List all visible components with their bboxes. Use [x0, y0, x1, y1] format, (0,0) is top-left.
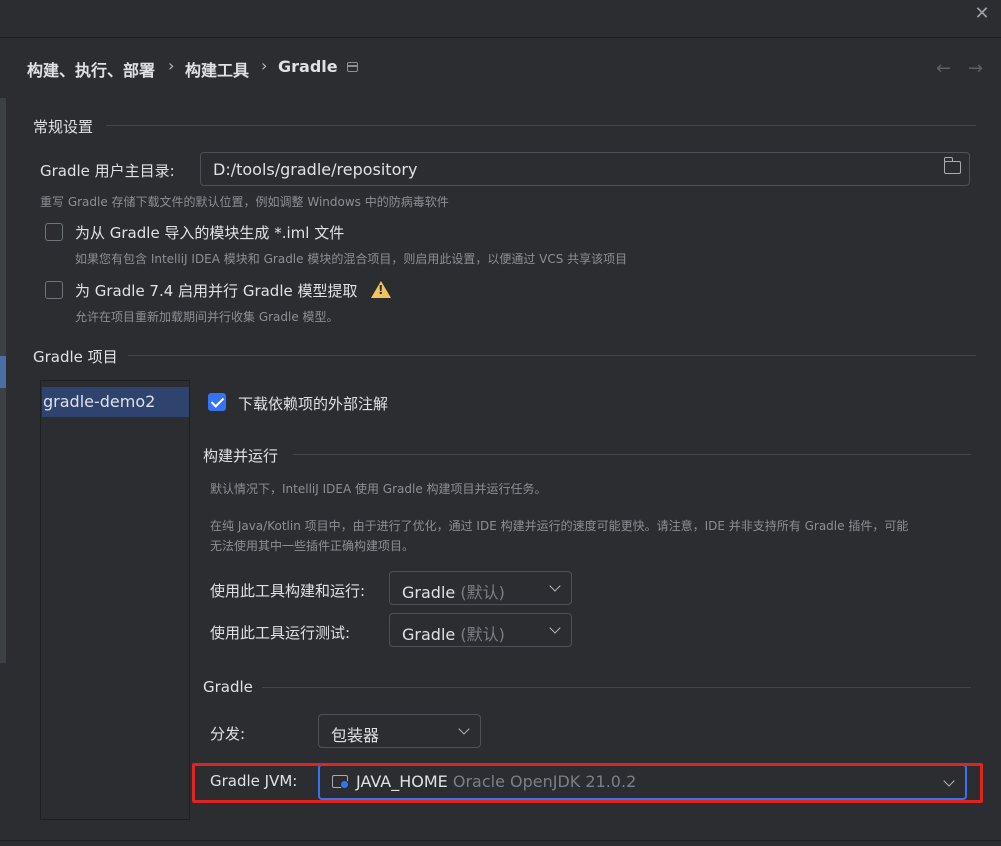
section-divider	[106, 125, 976, 126]
folder-icon[interactable]	[943, 157, 961, 174]
build-run-note-line1: 在纯 Java/Kotlin 项目中，由于进行了优化，通过 IDE 构建并运行的…	[210, 519, 909, 533]
breadcrumb-separator: ›	[168, 56, 175, 75]
build-with-value: Gradle	[402, 583, 456, 602]
user-home-label: Gradle 用户主目录:	[40, 162, 175, 180]
section-title-gradle: Gradle	[203, 678, 253, 696]
build-with-default-tag: (默认)	[460, 583, 505, 602]
chevron-down-icon[interactable]	[458, 723, 470, 735]
user-home-value[interactable]: D:/tools/gradle/repository	[213, 160, 417, 179]
build-run-note-line2: 无法使用其中一些插件正确构建项目。	[210, 539, 415, 553]
parallel-model-hint: 允许在项目重新加载期间并行收集 Gradle 模型。	[75, 310, 339, 324]
test-with-value: Gradle	[402, 625, 456, 644]
forward-arrow-icon[interactable]: →	[968, 58, 983, 79]
download-annotations-label[interactable]: 下载依赖项的外部注解	[238, 393, 388, 414]
section-divider	[262, 687, 971, 688]
download-annotations-checkbox[interactable]	[208, 393, 226, 411]
build-with-select[interactable]: Gradle (默认)	[389, 571, 572, 605]
section-title-general: 常规设置	[33, 118, 94, 136]
section-divider	[293, 454, 971, 455]
distribution-label: 分发:	[210, 725, 246, 743]
chevron-down-icon[interactable]	[549, 622, 561, 634]
build-with-label: 使用此工具构建和运行:	[210, 582, 366, 600]
footer-divider	[0, 840, 1001, 841]
project-list[interactable]: gradle-demo2	[40, 380, 190, 820]
iml-label[interactable]: 为从 Gradle 导入的模块生成 *.iml 文件	[75, 222, 344, 243]
iml-hint: 如果您有包含 IntelliJ IDEA 模块和 Gradle 模块的混合项目，…	[75, 252, 628, 266]
distribution-value: 包装器	[331, 726, 380, 745]
breadcrumb-item-gradle: Gradle	[278, 57, 338, 76]
scrollbar-thumb[interactable]	[0, 356, 6, 388]
section-title-build-run: 构建并运行	[203, 447, 279, 465]
warning-icon	[371, 281, 391, 298]
project-name: gradle-demo2	[43, 392, 156, 411]
parallel-model-label[interactable]: 为 Gradle 7.4 启用并行 Gradle 模型提取	[75, 280, 358, 301]
distribution-select[interactable]: 包装器	[318, 714, 481, 748]
iml-checkbox[interactable]	[45, 223, 63, 241]
back-arrow-icon[interactable]: ←	[936, 58, 951, 79]
parallel-model-checkbox[interactable]	[45, 281, 63, 299]
test-with-default-tag: (默认)	[460, 625, 505, 644]
section-title-projects: Gradle 项目	[33, 348, 118, 366]
header-divider	[0, 37, 1001, 38]
user-home-field[interactable]: D:/tools/gradle/repository	[200, 152, 970, 186]
close-icon[interactable]: ✕	[970, 4, 994, 24]
section-divider	[128, 355, 976, 356]
breadcrumb-item-build-execution-deployment[interactable]: 构建、执行、部署	[27, 57, 155, 81]
breadcrumb-item-build-tools[interactable]: 构建工具	[185, 57, 249, 81]
project-scope-icon	[347, 62, 358, 72]
list-item[interactable]: gradle-demo2	[42, 387, 189, 417]
breadcrumb-separator: ›	[261, 56, 268, 75]
user-home-hint: 重写 Gradle 存储下载文件的默认位置，例如调整 Windows 中的防病毒…	[40, 195, 449, 209]
build-run-description: 默认情况下，IntelliJ IDEA 使用 Gradle 构建项目并运行任务。	[210, 482, 547, 496]
annotation-highlight-box	[192, 763, 983, 803]
test-with-label: 使用此工具运行测试:	[210, 624, 351, 642]
test-with-select[interactable]: Gradle (默认)	[389, 613, 572, 647]
chevron-down-icon[interactable]	[549, 580, 561, 592]
